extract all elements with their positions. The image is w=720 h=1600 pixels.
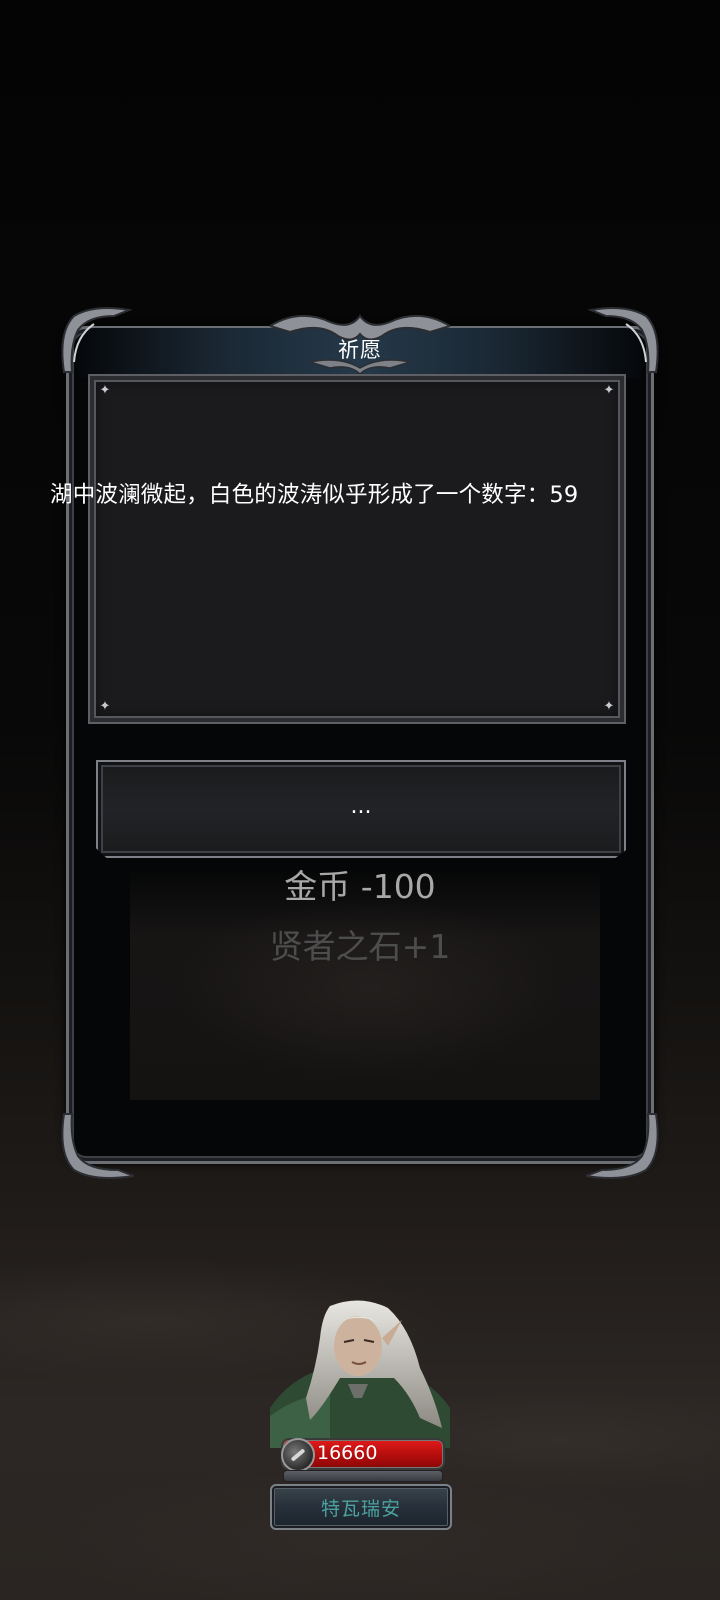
choice-button-label: ...	[350, 794, 372, 819]
hero-portrait	[270, 1298, 450, 1448]
frame-corner-bottom-left-ornament	[54, 1104, 138, 1184]
hero-hp-value: 16660	[317, 1442, 378, 1464]
hero-name-plate: 特瓦瑞安	[270, 1484, 452, 1530]
reward-gold-text: 金币 -100	[284, 867, 436, 906]
reward-item-text: 贤者之石+1	[269, 927, 451, 966]
sparkle-icon: ✦	[603, 699, 615, 714]
story-text-panel: ✦ ✦ ✦ ✦	[88, 374, 626, 724]
sparkle-icon: ✦	[603, 383, 615, 398]
hero-hp-bar: 16660	[281, 1438, 445, 1472]
hero-card[interactable]: 16660 特瓦瑞安	[270, 1298, 452, 1530]
sparkle-icon: ✦	[99, 383, 111, 398]
hero-name: 特瓦瑞安	[320, 1498, 401, 1520]
dialog-title: 祈愿	[338, 338, 382, 362]
story-text: 湖中波澜微起，白色的波涛似乎形成了一个数字：59	[50, 482, 579, 508]
choice-button[interactable]: ...	[96, 760, 626, 858]
sparkle-icon: ✦	[99, 699, 111, 714]
frame-corner-bottom-right-ornament	[582, 1104, 666, 1184]
sword-icon	[281, 1438, 315, 1472]
hero-energy-bar	[283, 1470, 443, 1482]
